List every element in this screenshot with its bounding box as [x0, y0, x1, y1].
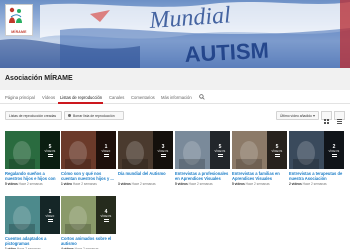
playlist-card[interactable]: 3 VÍDEOS Día mundial del Autismo 3 vídeos H… — [118, 131, 173, 186]
video-count-label: VÍDEOS — [157, 149, 169, 153]
list-view-button[interactable] — [334, 111, 345, 124]
video-count-overlay: 5 VÍDEOS — [40, 131, 60, 169]
playlist-icon — [47, 153, 53, 157]
video-count-label: VÍDEO — [45, 214, 55, 218]
playlist-thumbnail[interactable]: 5 VÍDEOS — [175, 131, 230, 169]
delete-icon — [68, 114, 71, 117]
playlist-icon — [103, 218, 109, 222]
playlist-title[interactable]: Regalando sueños a nuestros hijos e hijo… — [5, 171, 60, 181]
playlist-video-total: 1 vídeo — [61, 182, 72, 186]
playlist-updated: Hace 2 semanas — [188, 182, 213, 186]
tab-playlists[interactable]: Listas de reproducción — [60, 95, 102, 100]
video-count-label: VÍDEOS — [100, 214, 112, 218]
playlist-updated: Hace 2 semanas — [245, 182, 270, 186]
video-count-overlay: 5 VÍDEOS — [210, 131, 230, 169]
video-count-label: VÍDEOS — [44, 149, 56, 153]
video-count-label: VÍDEOS — [271, 149, 283, 153]
video-count-overlay: 4 VÍDEOS — [96, 196, 116, 234]
video-count-label: VÍDEO — [101, 149, 111, 153]
chevron-down-icon — [313, 114, 315, 117]
video-count-label: VÍDEOS — [214, 149, 226, 153]
playlist-title[interactable]: Día mundial del Autismo — [118, 171, 173, 181]
tab-about[interactable]: Más información — [161, 95, 192, 100]
playlist-video-total: 2 vídeos — [289, 182, 302, 186]
playlist-meta: 5 vídeos Hace 2 semanas — [175, 182, 230, 186]
playlist-meta: 2 vídeos Hace 2 semanas — [289, 182, 344, 186]
playlist-thumbnail[interactable]: 4 VÍDEOS — [61, 196, 116, 234]
playlist-card[interactable]: 1 VÍDEO Cuentos adaptados a pictogramas 1 v… — [5, 196, 60, 249]
logo-figures-icon — [9, 7, 22, 23]
playlist-title[interactable]: Entrevistas a profesionales en Aprendice… — [175, 171, 230, 181]
playlist-title[interactable]: Entrevistas a familias en Aprendices Vis… — [232, 171, 287, 181]
playlist-title[interactable]: Cómo son y qué nos cuentan nuestros hijo… — [61, 171, 116, 181]
video-count-label: VÍDEOS — [328, 149, 340, 153]
playlist-thumbnail[interactable]: 1 VÍDEO — [5, 196, 60, 234]
playlist-card[interactable]: 5 VÍDEOS Entrevistas a familias en Aprendi… — [232, 131, 287, 186]
playlist-video-total: 5 vídeos — [175, 182, 188, 186]
playlist-video-total: 5 vídeos — [232, 182, 245, 186]
delete-playlist-button[interactable]: Borrar lista de reproducción — [64, 111, 124, 120]
channel-logo[interactable]: MÍRAME — [5, 4, 33, 36]
playlist-card[interactable]: 5 VÍDEOS Entrevistas a profesionales en Ap… — [175, 131, 230, 186]
playlist-thumbnail[interactable]: 5 VÍDEOS — [232, 131, 287, 169]
playlist-thumbnail[interactable]: 3 VÍDEOS — [118, 131, 173, 169]
channel-name[interactable]: Asociación MÍRAME — [5, 75, 73, 82]
svg-text:AUTISM: AUTISM — [184, 38, 270, 67]
grid-view-button[interactable] — [321, 111, 332, 124]
tab-videos[interactable]: Vídeos — [42, 95, 55, 100]
tab-channels[interactable]: Canales — [109, 95, 124, 100]
playlist-updated: Hace 2 semanas — [18, 182, 43, 186]
channel-tabs: Página principal Vídeos Listas de reprod… — [0, 90, 350, 104]
playlist-icon — [47, 218, 53, 222]
playlist-card[interactable]: 1 VÍDEO Cómo son y qué nos cuentan nuestro… — [61, 131, 116, 186]
playlist-video-total: 5 vídeos — [5, 182, 18, 186]
playlist-icon — [217, 153, 223, 157]
playlist-card[interactable]: 4 VÍDEOS Cortos animados sobre el autismo 4… — [61, 196, 116, 249]
list-icon — [337, 119, 342, 124]
playlist-meta: 1 vídeo Hace 2 semanas — [61, 182, 116, 186]
playlist-icon — [103, 153, 109, 157]
playlist-video-total: 3 vídeos — [118, 182, 131, 186]
created-playlists-dropdown[interactable]: Listas de reproducción creadas — [5, 111, 62, 120]
created-playlists-label: Listas de reproducción creadas — [9, 113, 57, 118]
playlist-icon — [160, 153, 166, 157]
playlist-icon — [331, 153, 337, 157]
search-icon[interactable] — [199, 94, 205, 100]
playlist-meta: 5 vídeos Hace 2 semanas — [5, 182, 60, 186]
playlist-thumbnail[interactable]: 1 VÍDEO — [61, 131, 116, 169]
video-count-overlay: 2 VÍDEOS — [324, 131, 344, 169]
playlist-title[interactable]: Cuentos adaptados a pictogramas — [5, 236, 60, 246]
playlist-meta: 5 vídeos Hace 2 semanas — [232, 182, 287, 186]
delete-playlist-label: Borrar lista de reproducción — [73, 113, 115, 118]
video-count-overlay: 1 VÍDEO — [96, 131, 116, 169]
banner-artwork: Mundial AUTISM — [0, 0, 350, 68]
tab-comments[interactable]: Comentarios — [131, 95, 155, 100]
logo-text: MÍRAME — [11, 30, 27, 34]
playlist-card[interactable]: 2 VÍDEOS Entrevistas a terapeutas de nuest… — [289, 131, 344, 186]
channel-banner: Mundial AUTISM MÍRAME — [0, 0, 350, 68]
sort-dropdown[interactable]: Último vídeo añadido — [276, 111, 319, 120]
tab-home[interactable]: Página principal — [5, 95, 35, 100]
sort-label: Último vídeo añadido — [280, 113, 312, 118]
video-count-overlay: 5 VÍDEOS — [267, 131, 287, 169]
playlist-updated: Hace 2 semanas — [72, 182, 97, 186]
playlist-thumbnail[interactable]: 2 VÍDEOS — [289, 131, 344, 169]
playlist-meta: 3 vídeos Hace 2 semanas — [118, 182, 173, 186]
playlist-title[interactable]: Cortos animados sobre el autismo — [61, 236, 116, 246]
grid-icon — [324, 119, 329, 124]
playlist-updated: Hace 2 semanas — [131, 182, 156, 186]
playlist-card[interactable]: 5 VÍDEOS Regalando sueños a nuestros hijos… — [5, 131, 60, 186]
playlist-thumbnail[interactable]: 5 VÍDEOS — [5, 131, 60, 169]
playlist-title[interactable]: Entrevistas a terapeutas de nuestra Asoc… — [289, 171, 344, 181]
playlist-icon — [274, 153, 280, 157]
playlist-updated: Hace 2 semanas — [302, 182, 327, 186]
video-count-overlay: 1 VÍDEO — [40, 196, 60, 234]
video-count-overlay: 3 VÍDEOS — [153, 131, 173, 169]
